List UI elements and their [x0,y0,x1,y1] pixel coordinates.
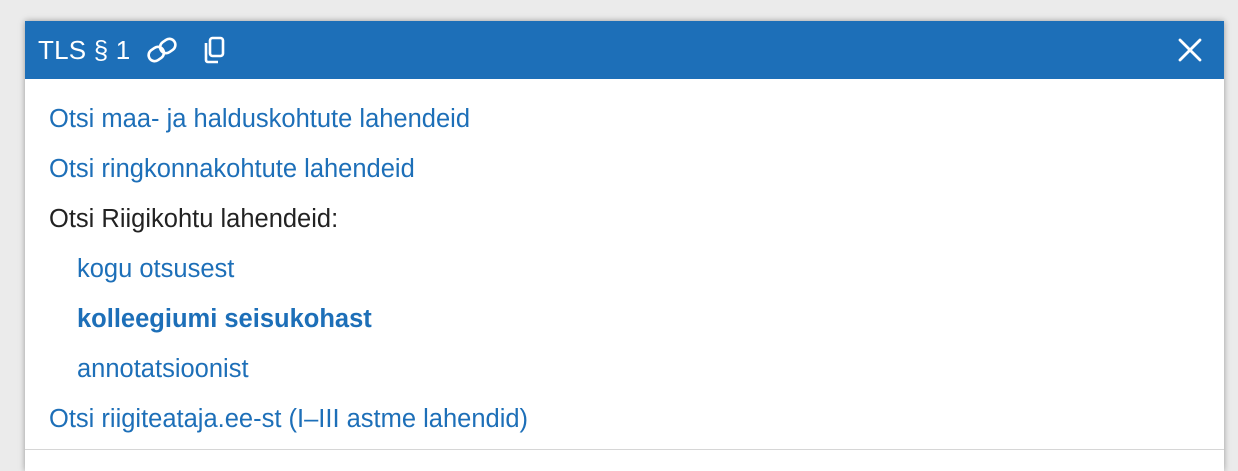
menu-list: Otsi maa- ja halduskohtute lahendeid Ots… [25,79,1224,444]
popup-header: TLS § 1 [25,21,1224,79]
divider [25,449,1224,450]
supreme-court-label: Otsi Riigikohtu lahendeid: [49,205,339,233]
close-icon[interactable] [1176,36,1204,64]
menu-subitem-whole: kogu otsusest [25,244,1224,294]
search-admin-courts-link[interactable]: Otsi maa- ja halduskohtute lahendeid [49,105,470,133]
link-icon[interactable] [145,33,179,67]
menu-item-admin-courts: Otsi maa- ja halduskohtute lahendeid [25,94,1224,144]
menu-item-riigiteataja: Otsi riigiteataja.ee-st (I–III astme lah… [25,394,1224,444]
search-supreme-annotation-link[interactable]: annotatsioonist [77,355,249,383]
search-riigiteataja-link[interactable]: Otsi riigiteataja.ee-st (I–III astme lah… [49,405,528,433]
search-supreme-whole-link[interactable]: kogu otsusest [77,255,234,283]
search-supreme-panel-position-link[interactable]: kolleegiumi seisukohast [77,305,372,333]
menu-subitem-panel-position: kolleegiumi seisukohast [25,294,1224,344]
menu-subitem-annotation: annotatsioonist [25,344,1224,394]
menu-item-circuit-courts: Otsi ringkonnakohtute lahendeid [25,144,1224,194]
menu-item-supreme-court: Otsi Riigikohtu lahendeid: [25,194,1224,244]
popup-panel: TLS § 1 Otsi maa- ja halduskohtute lahen… [25,21,1224,471]
search-circuit-courts-link[interactable]: Otsi ringkonnakohtute lahendeid [49,155,415,183]
copy-icon[interactable] [199,33,229,67]
popup-title: TLS § 1 [38,34,131,65]
